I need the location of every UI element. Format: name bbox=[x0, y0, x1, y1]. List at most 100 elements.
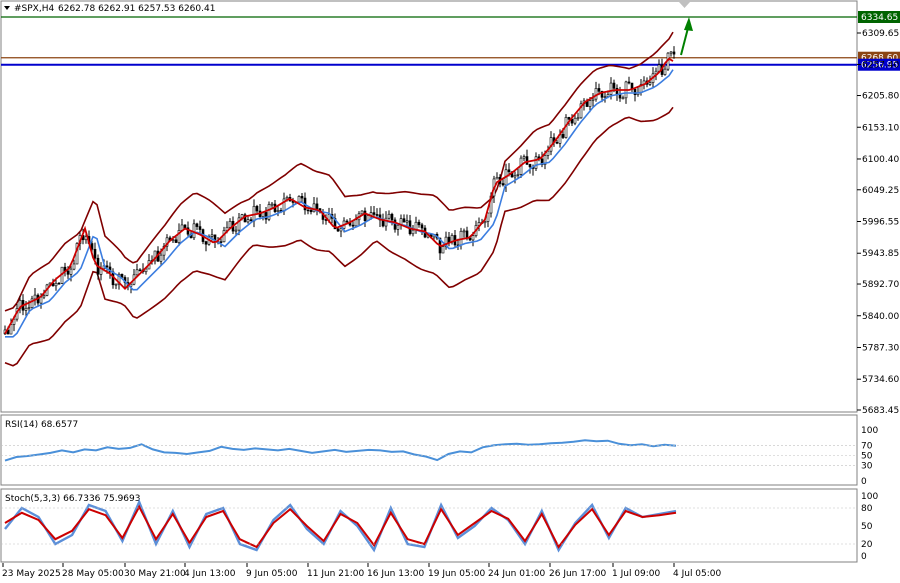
price-tick-label: 5734.60 bbox=[862, 375, 899, 385]
ohlc-values: 6262.78 6262.91 6257.53 6260.41 bbox=[58, 4, 215, 14]
candle-body bbox=[555, 141, 559, 144]
time-tick-label: 9 Jun 05:00 bbox=[246, 569, 298, 579]
candle-body bbox=[69, 268, 73, 275]
trading-chart: 6334.656268.606256.95 #SPX,H4 6262.78 62… bbox=[0, 0, 900, 579]
candle-body bbox=[594, 88, 598, 100]
candle-body bbox=[621, 97, 625, 100]
price-tick-label: 5943.85 bbox=[862, 249, 899, 259]
candle-body bbox=[306, 209, 310, 212]
rsi-tick-label: 70 bbox=[861, 441, 873, 451]
candle-body bbox=[105, 265, 109, 268]
level-label: 6334.65 bbox=[861, 13, 898, 23]
candle-body bbox=[246, 219, 250, 223]
candle-body bbox=[24, 307, 28, 311]
stoch-tick-label: 50 bbox=[861, 522, 873, 532]
candle-body bbox=[138, 269, 142, 272]
rsi-tick-label: 50 bbox=[861, 452, 873, 462]
candle-body bbox=[591, 98, 595, 101]
candle-body bbox=[495, 176, 499, 180]
candle-body bbox=[576, 117, 580, 120]
candle-body bbox=[513, 175, 517, 178]
candle-body bbox=[234, 229, 238, 232]
candle-body bbox=[42, 295, 46, 298]
candle-body bbox=[561, 134, 565, 138]
candle-body bbox=[567, 117, 571, 120]
candle-body bbox=[375, 214, 379, 216]
candle-body bbox=[390, 213, 394, 221]
price-tick-label: 5996.55 bbox=[862, 218, 899, 228]
rsi-tick-label: 30 bbox=[861, 462, 873, 472]
candle-body bbox=[387, 213, 391, 219]
candle-body bbox=[285, 197, 289, 200]
candle-body bbox=[351, 224, 355, 227]
candle-body bbox=[270, 203, 274, 206]
candle-body bbox=[345, 220, 349, 223]
candle-body bbox=[465, 230, 469, 239]
time-tick-label: 1 Jul 09:00 bbox=[612, 569, 661, 579]
candle-body bbox=[525, 156, 529, 165]
candle-body bbox=[669, 51, 673, 54]
time-tick-label: 30 May 21:00 bbox=[124, 569, 186, 579]
candle-body bbox=[597, 88, 601, 92]
candle-body bbox=[417, 221, 421, 226]
candle-body bbox=[54, 282, 58, 287]
candle-body bbox=[210, 234, 214, 237]
candle-body bbox=[405, 220, 409, 223]
candle-body bbox=[534, 156, 538, 169]
candle-body bbox=[411, 229, 415, 235]
candle-body bbox=[420, 224, 424, 229]
candle-body bbox=[195, 223, 199, 227]
time-tick-label: 4 Jun 13:00 bbox=[184, 569, 236, 579]
chart-header: #SPX,H4 6262.78 6262.91 6257.53 6260.41 bbox=[4, 4, 215, 14]
time-tick-label: 19 Jun 05:00 bbox=[428, 569, 485, 579]
candle-body bbox=[609, 82, 613, 95]
candle-body bbox=[309, 209, 313, 213]
candle-body bbox=[57, 282, 61, 285]
candle-body bbox=[93, 248, 97, 259]
candle-body bbox=[276, 210, 280, 212]
candle-body bbox=[462, 230, 466, 233]
candle-body bbox=[315, 203, 319, 209]
candle-body bbox=[441, 246, 445, 254]
price-tick-label: 5892.70 bbox=[862, 280, 899, 290]
price-tick-label: 6257.40 bbox=[862, 60, 899, 70]
rsi-label: RSI(14) 68.6577 bbox=[5, 420, 78, 430]
price-tick-label: 5840.00 bbox=[862, 312, 899, 322]
stoch-tick-label: 80 bbox=[861, 504, 873, 514]
candle-body bbox=[354, 219, 358, 227]
price-tick-label: 6205.80 bbox=[862, 92, 899, 102]
candle-body bbox=[384, 217, 388, 227]
price-tick-label: 6153.10 bbox=[862, 123, 899, 133]
price-axis: 6309.65 6257.40 6205.80 6153.10 6100.40 6049.… bbox=[857, 29, 899, 416]
candle-body bbox=[135, 269, 139, 276]
candle-body bbox=[402, 218, 406, 223]
candle-body bbox=[72, 263, 76, 270]
candle-body bbox=[459, 230, 463, 246]
candle-body bbox=[255, 205, 259, 212]
rsi-panel bbox=[0, 414, 858, 486]
rsi-tick-label: 0 bbox=[861, 477, 867, 487]
candle-body bbox=[528, 164, 532, 168]
stoch-label: Stoch(5,3,3) 66.7336 75.9693 bbox=[5, 494, 140, 504]
candle-body bbox=[198, 226, 202, 230]
price-tick-label: 5787.30 bbox=[862, 343, 899, 353]
candle-body bbox=[66, 270, 70, 275]
time-tick-label: 23 May 2025 bbox=[2, 569, 61, 579]
candle-body bbox=[249, 219, 253, 222]
candle-body bbox=[114, 283, 118, 286]
price-tick-label: 6309.65 bbox=[862, 29, 899, 39]
price-panel bbox=[0, 0, 858, 413]
candle-body bbox=[627, 81, 631, 84]
candle-body bbox=[588, 100, 592, 107]
candle-body bbox=[471, 235, 475, 241]
candle-body bbox=[264, 212, 268, 220]
candle-body bbox=[507, 169, 511, 173]
price-tick-label: 6049.25 bbox=[862, 186, 899, 196]
candle-body bbox=[228, 221, 232, 228]
candle-body bbox=[396, 224, 400, 230]
time-tick-label: 16 Jun 13:00 bbox=[367, 569, 424, 579]
candle-body bbox=[372, 212, 376, 215]
time-tick-label: 24 Jun 01:00 bbox=[488, 569, 545, 579]
time-tick-label: 11 Jun 21:00 bbox=[307, 569, 364, 579]
candle-body bbox=[522, 156, 526, 159]
